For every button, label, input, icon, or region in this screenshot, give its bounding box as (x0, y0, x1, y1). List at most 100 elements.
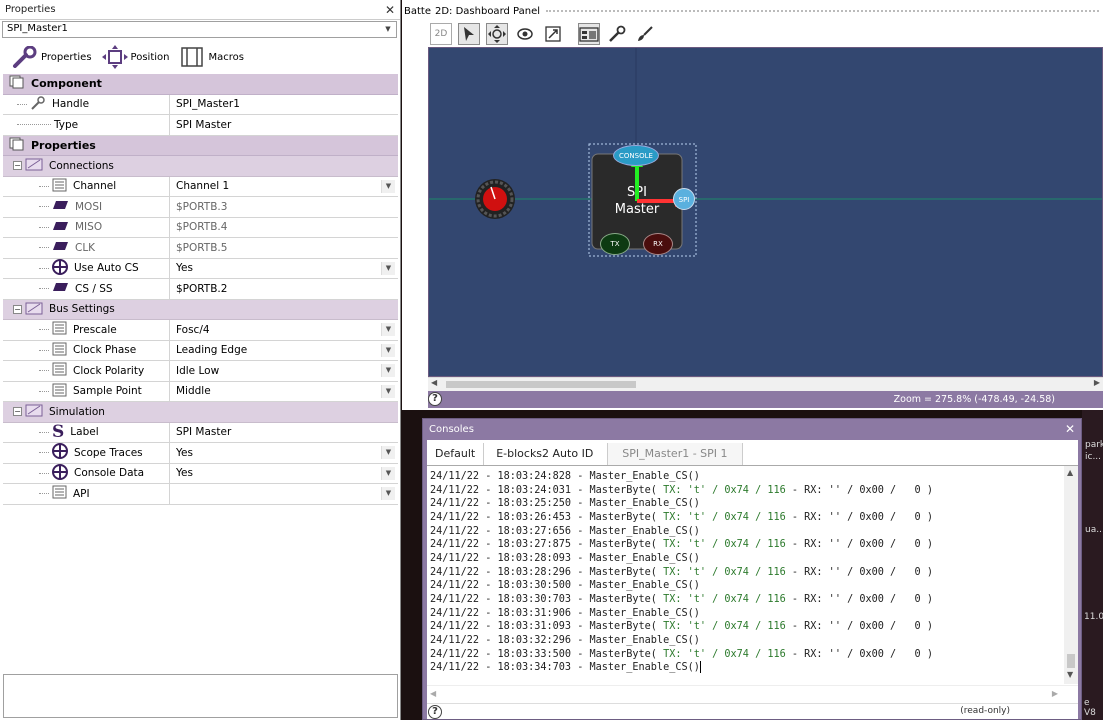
row-scope-traces[interactable]: Scope Traces Yes ▼ (3, 443, 398, 464)
row-prescale-value[interactable]: Fosc/4 (176, 324, 210, 336)
toggle-icon (52, 443, 68, 462)
row-console-data[interactable]: Console Data Yes ▼ (3, 463, 398, 484)
row-mosi-value: $PORTB.3 (176, 200, 228, 213)
chevron-down-icon[interactable]: ▼ (381, 323, 395, 336)
collapse-icon[interactable]: − (13, 407, 22, 417)
row-clock-polarity-value[interactable]: Idle Low (176, 365, 219, 377)
row-handle[interactable]: Handle SPI_Master1 (3, 94, 398, 115)
row-console-data-value[interactable]: Yes (176, 467, 193, 479)
row-scope-traces-value[interactable]: Yes (176, 447, 193, 459)
scrollbar-thumb[interactable] (1067, 654, 1075, 668)
chevron-down-icon[interactable]: ▼ (381, 179, 395, 193)
section-component[interactable]: Component (3, 74, 398, 95)
console-horizontal-scrollbar[interactable]: ◀ ▶ (427, 685, 1078, 703)
row-mosi[interactable]: MOSI $PORTB.3 (3, 197, 398, 218)
row-sample-point[interactable]: Sample Point Middle ▼ (3, 381, 398, 402)
row-use-auto-cs-value[interactable]: Yes (176, 262, 193, 274)
tab-properties[interactable]: Properties (12, 46, 92, 68)
help-icon[interactable]: ? (428, 705, 442, 719)
row-use-auto-cs[interactable]: Use Auto CS Yes ▼ (3, 258, 398, 279)
group-simulation-label: Simulation (49, 405, 105, 418)
knob-component[interactable] (475, 179, 515, 219)
collapse-icon[interactable]: − (13, 304, 22, 314)
group-simulation[interactable]: − Simulation (3, 402, 398, 423)
row-cs-ss-value[interactable]: $PORTB.2 (176, 283, 227, 295)
dashboard-canvas[interactable]: SPI Master CONSOLE SPI TX RX (428, 47, 1103, 377)
row-api-label: API (73, 487, 90, 500)
tab-properties-label: Properties (41, 51, 92, 63)
tab-eblocks2-auto-id[interactable]: E-blocks2 Auto ID (484, 443, 609, 465)
clipped-tab[interactable]: Batte (404, 6, 431, 17)
scrollbar-thumb[interactable] (446, 381, 636, 388)
tab-position[interactable]: Position (101, 45, 170, 69)
tab-macros[interactable]: Macros (179, 46, 244, 68)
row-label-value[interactable]: SPI Master (176, 426, 231, 438)
view-2d-button[interactable]: 2D (430, 23, 452, 45)
list-icon (52, 342, 67, 359)
console-log-line: 24/11/22 - 18:03:26:453 - MasterByte( TX… (430, 511, 933, 523)
row-channel-value[interactable]: Channel 1 (176, 180, 229, 192)
row-api[interactable]: API ▼ (3, 484, 398, 505)
row-clock-phase-value[interactable]: Leading Edge (176, 344, 247, 356)
canvas-horizontal-scrollbar[interactable]: ◀ ▶ (428, 377, 1103, 391)
collapse-icon[interactable]: − (13, 161, 22, 171)
row-cs-ss-label: CS / SS (75, 282, 113, 295)
help-icon[interactable]: ? (428, 392, 442, 406)
chevron-down-icon[interactable]: ▼ (381, 261, 395, 275)
group-bus-settings[interactable]: − Bus Settings (3, 299, 398, 320)
row-miso-value: $PORTB.4 (176, 221, 228, 234)
chevron-down-icon[interactable]: ▼ (381, 446, 395, 459)
console-vertical-scrollbar[interactable]: ▲ ▼ (1064, 466, 1078, 684)
row-label[interactable]: S Label SPI Master (3, 422, 398, 443)
tab-position-label: Position (130, 51, 170, 63)
scroll-left-icon[interactable]: ◀ (431, 378, 437, 387)
row-miso[interactable]: MISO $PORTB.4 (3, 217, 398, 238)
rotate-tool-button[interactable] (514, 23, 536, 45)
list-icon (52, 383, 67, 400)
tab-spi-master1[interactable]: SPI_Master1 - SPI 1 (608, 443, 743, 465)
row-clock-phase[interactable]: Clock Phase Leading Edge ▼ (3, 340, 398, 361)
chevron-down-icon[interactable]: ▼ (382, 22, 394, 37)
chevron-down-icon[interactable]: ▼ (381, 364, 395, 377)
scroll-right-icon[interactable]: ▶ (1052, 689, 1058, 698)
row-sample-point-value[interactable]: Middle (176, 385, 211, 397)
select-tool-button[interactable] (458, 23, 480, 45)
spi-badge[interactable]: SPI (673, 188, 695, 210)
row-prescale[interactable]: Prescale Fosc/4 ▼ (3, 320, 398, 341)
row-cs-ss[interactable]: CS / SS $PORTB.2 (3, 279, 398, 300)
chevron-down-icon[interactable]: ▼ (381, 487, 395, 500)
section-component-label: Component (31, 77, 102, 91)
wrench-icon (609, 25, 626, 42)
chevron-down-icon[interactable]: ▼ (381, 466, 395, 480)
row-type-label: Type (54, 118, 79, 131)
folder-icon (25, 403, 43, 420)
console-log[interactable]: 24/11/22 - 18:03:24:828 - Master_Enable_… (427, 465, 1078, 703)
scroll-left-icon[interactable]: ◀ (430, 689, 436, 698)
panel-properties-button[interactable] (578, 23, 600, 45)
paint-tool-button[interactable] (634, 23, 656, 45)
scroll-right-icon[interactable]: ▶ (1094, 378, 1100, 387)
tab-default[interactable]: Default (427, 443, 485, 465)
group-connections[interactable]: − Connections (3, 156, 398, 177)
desktop-text-5: e V8 (1084, 698, 1096, 718)
close-icon[interactable]: ✕ (385, 3, 395, 17)
chevron-down-icon[interactable]: ▼ (381, 384, 395, 398)
dotted-handle-icon[interactable] (546, 10, 1099, 12)
row-clock-polarity[interactable]: Clock Polarity Idle Low ▼ (3, 361, 398, 382)
row-type[interactable]: Type SPI Master (3, 115, 398, 136)
chevron-down-icon[interactable]: ▼ (381, 343, 395, 357)
console-badge[interactable]: CONSOLE (613, 145, 659, 166)
scale-tool-button[interactable] (542, 23, 564, 45)
pin-icon (52, 221, 69, 234)
row-clk[interactable]: CLK $PORTB.5 (3, 238, 398, 259)
scroll-down-icon[interactable]: ▼ (1067, 670, 1073, 679)
wrench-tool-button[interactable] (606, 23, 628, 45)
row-handle-value[interactable]: SPI_Master1 (176, 98, 240, 110)
close-icon[interactable]: ✕ (1065, 422, 1075, 436)
component-selector[interactable]: SPI_Master1 ▼ (2, 21, 397, 38)
section-properties[interactable]: Properties (3, 135, 398, 156)
row-channel[interactable]: Channel Channel 1 ▼ (3, 176, 398, 197)
property-description-box (3, 674, 398, 718)
move-tool-button[interactable] (486, 23, 508, 45)
scroll-up-icon[interactable]: ▲ (1067, 468, 1073, 477)
